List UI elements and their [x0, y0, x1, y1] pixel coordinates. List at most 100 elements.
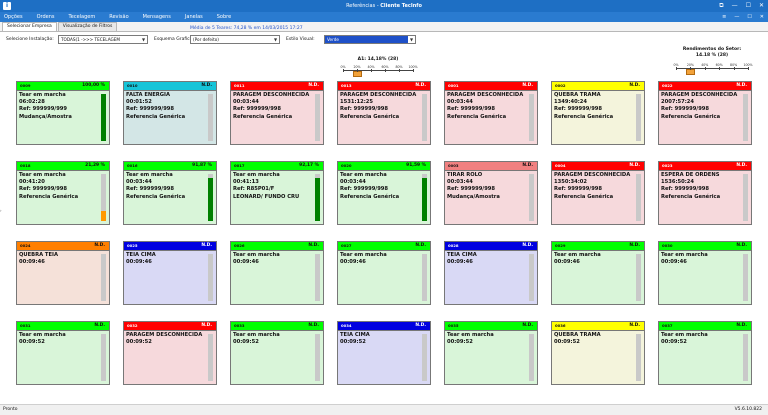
loom-card[interactable]: 0032 N.D. PARAGEM DESCONHECIDA 00:09:52 [123, 321, 217, 385]
tab-selecionar-empresa[interactable]: Selecionar Empresa [2, 22, 57, 31]
loom-info-line: Referencia Genérica [126, 113, 186, 120]
menu-janelas[interactable]: Janelas [185, 14, 203, 20]
style-select[interactable]: Verde ▼ [324, 35, 416, 44]
window-title-prefix: Referências [346, 3, 376, 9]
loom-info-line: Ref: 999999/998 [661, 186, 710, 193]
loom-card[interactable]: 0016 91,87 % Tear em marcha 00:03:44 Ref: 99… [123, 161, 217, 225]
loom-card[interactable]: 0031 N.D. Tear em marcha 00:09:52 [16, 321, 110, 385]
minimize-icon[interactable]: — [732, 0, 738, 12]
loom-info-line: 00:09:52 [661, 339, 687, 346]
loom-card-header: 0029 N.D. [552, 242, 644, 251]
loom-efficiency: N.D. [308, 83, 319, 88]
loom-card[interactable]: 0028 N.D. TEIA CIMA 00:09:46 [444, 241, 538, 305]
mdi-close-icon[interactable]: ✕ [760, 12, 764, 22]
tab-strip: Selecionar Empresa Visualização de Filtr… [0, 22, 768, 32]
average-summary: Média de 5 Teares: 74,28 % em 14/03/2015… [190, 26, 303, 31]
loom-info-line: 00:09:52 [554, 339, 580, 346]
loom-code: 0020 [341, 163, 352, 168]
loom-code: 0003 [448, 163, 459, 168]
efficiency-bar-fill [315, 177, 320, 221]
loom-card-body: TEIA CIMA 00:09:46 [126, 252, 206, 266]
status-text: Pronto [3, 407, 18, 412]
menu-bar: Opções Ordens Tecelagem Revisão Mensagen… [0, 12, 768, 22]
loom-card[interactable]: 0022 N.D. PARAGEM DESCONHECIDA 2007:57:24 Re… [658, 81, 752, 145]
loom-card[interactable]: 0023 N.D. ESPERA DE ORDENS 1536:50:24 Ref: 9… [658, 161, 752, 225]
loom-info-line: 00:09:46 [126, 259, 152, 266]
loom-card[interactable]: 0003 N.D. TIRAR ROLO 00:03:44 Ref: 999999/99… [444, 161, 538, 225]
loom-card[interactable]: 0037 N.D. Tear em marcha 00:09:52 [658, 321, 752, 385]
menu-revisao[interactable]: Revisão [109, 14, 128, 20]
scheme-select[interactable]: (Por defeito) ▼ [190, 35, 280, 44]
loom-efficiency: N.D. [415, 83, 426, 88]
loom-card[interactable]: 0013 N.D. PARAGEM DESCONHECIDA 1531:12:25 Re… [337, 81, 431, 145]
loom-card-header: 0031 N.D. [17, 322, 109, 331]
menu-ordens[interactable]: Ordens [37, 14, 55, 20]
menu-sobre[interactable]: Sobre [217, 14, 231, 20]
loom-card[interactable]: 0030 N.D. Tear em marcha 00:09:46 [658, 241, 752, 305]
efficiency-bar-fill [101, 211, 106, 221]
loom-info-line: 00:03:44 [233, 99, 259, 106]
side-handle-icon[interactable]: › [0, 208, 2, 213]
loom-card[interactable]: 0034 N.D. TEIA CIMA 00:09:52 [337, 321, 431, 385]
loom-efficiency: N.D. [201, 323, 212, 328]
loom-card[interactable]: 0033 N.D. Tear em marcha 00:09:52 [230, 321, 324, 385]
loom-card[interactable]: 0017 92,17 % Tear em marcha 00:41:13 Ref: R8… [230, 161, 324, 225]
loom-card-header: 0028 N.D. [445, 242, 537, 251]
loom-code: 0018 [20, 163, 31, 168]
loom-card-body: Tear em marcha 00:09:46 [340, 252, 420, 266]
loom-card[interactable]: 0035 N.D. Tear em marcha 00:09:52 [444, 321, 538, 385]
loom-info-line: 1349:40:24 [554, 99, 588, 106]
loom-card[interactable]: 0002 N.D. QUEBRA TRAMA 1349:40:24 Ref: 99999… [551, 81, 645, 145]
loom-card-header: 0020 91,59 % [338, 162, 430, 171]
tab-visualizacao-filtros[interactable]: Visualização de Filtros [57, 22, 118, 31]
loom-info-line: Ref: 999999/998 [340, 106, 389, 113]
loom-info-line: TEIA CIMA [447, 252, 477, 258]
loom-card-body: TEIA CIMA 00:09:46 [447, 252, 527, 266]
loom-card[interactable]: 0024 N.D. QUEBRA TEIA 00:09:46 [16, 241, 110, 305]
installation-select[interactable]: TODAS(1 ->>> TECELAGEM ▼ [58, 35, 148, 44]
menu-tecelagem[interactable]: Tecelagem [69, 14, 96, 20]
loom-info-line: Tear em marcha [340, 252, 387, 258]
loom-card-body: PARAGEM DESCONHECIDA 00:09:52 [126, 332, 206, 346]
mdi-minimize-icon[interactable]: — [734, 12, 739, 22]
loom-card-header: 0030 N.D. [659, 242, 751, 251]
loom-info-line: Mudança/Amostra [19, 113, 72, 120]
loom-card[interactable]: 0001 N.D. PARAGEM DESCONHECIDA 00:03:44 Ref:… [444, 81, 538, 145]
loom-info-line: QUEBRA TRAMA [554, 332, 601, 338]
loom-code: 0023 [662, 163, 673, 168]
loom-card-header: 0022 N.D. [659, 82, 751, 91]
loom-card[interactable]: 0027 N.D. Tear em marcha 00:09:46 [337, 241, 431, 305]
loom-card[interactable]: 0009 100,00 % Tear em marcha 06:02:28 Ref: 9… [16, 81, 110, 145]
loom-info-line: ESPERA DE ORDENS [661, 172, 720, 178]
loom-card[interactable]: 0018 21,29 % Tear em marcha 00:41:20 Ref: 99… [16, 161, 110, 225]
loom-card[interactable]: 0025 N.D. TEIA CIMA 00:09:46 [123, 241, 217, 305]
loom-card[interactable]: 0026 N.D. Tear em marcha 00:09:46 [230, 241, 324, 305]
loom-card-header: 0025 N.D. [124, 242, 216, 251]
loom-card[interactable]: 0011 N.D. PARAGEM DESCONHECIDA 00:03:44 Ref:… [230, 81, 324, 145]
loom-info-line: 00:01:52 [126, 99, 152, 106]
mdi-maximize-icon[interactable]: ☐ [747, 12, 751, 22]
loom-card[interactable]: 0010 N.D. FALTA ENERGIA 00:01:52 Ref: 999999… [123, 81, 217, 145]
loom-card-body: QUEBRA TRAMA 00:09:52 [554, 332, 634, 346]
efficiency-bar-fill [101, 94, 106, 141]
loom-info-line: Ref: 999999/998 [447, 186, 496, 193]
restore-icon[interactable]: ⧉ [719, 0, 723, 12]
maximize-icon[interactable]: ☐ [746, 0, 751, 12]
loom-card-body: Tear em marcha 00:41:20 Ref: 999999/998 Ref… [19, 172, 99, 201]
title-bar: i Referências - Cliente TecInfo ⧉ — ☐ ✕ [0, 0, 768, 12]
loom-info-line: Tear em marcha [340, 172, 387, 178]
loom-card[interactable]: 0004 N.D. PARAGEM DESCONHECIDA 1350:34:02 Re… [551, 161, 645, 225]
loom-card[interactable]: 0020 91,59 % Tear em marcha 00:03:44 Ref: 99… [337, 161, 431, 225]
mdi-menu-icon[interactable]: ≡ [722, 12, 726, 22]
loom-card[interactable]: 0029 N.D. Tear em marcha 00:09:46 [551, 241, 645, 305]
loom-card-body: Tear em marcha 00:09:46 [661, 252, 741, 266]
loom-efficiency: N.D. [415, 243, 426, 248]
menu-mensagens[interactable]: Mensagens [143, 14, 171, 20]
gauge-tick [371, 69, 372, 72]
loom-code: 0001 [448, 83, 459, 88]
loom-card[interactable]: 0036 N.D. QUEBRA TRAMA 00:09:52 [551, 321, 645, 385]
menu-opcoes[interactable]: Opções [4, 14, 23, 20]
close-icon[interactable]: ✕ [759, 0, 764, 12]
loom-info-line: Tear em marcha [19, 172, 66, 178]
installation-value: TODAS(1 ->>> TECELAGEM [61, 37, 121, 42]
